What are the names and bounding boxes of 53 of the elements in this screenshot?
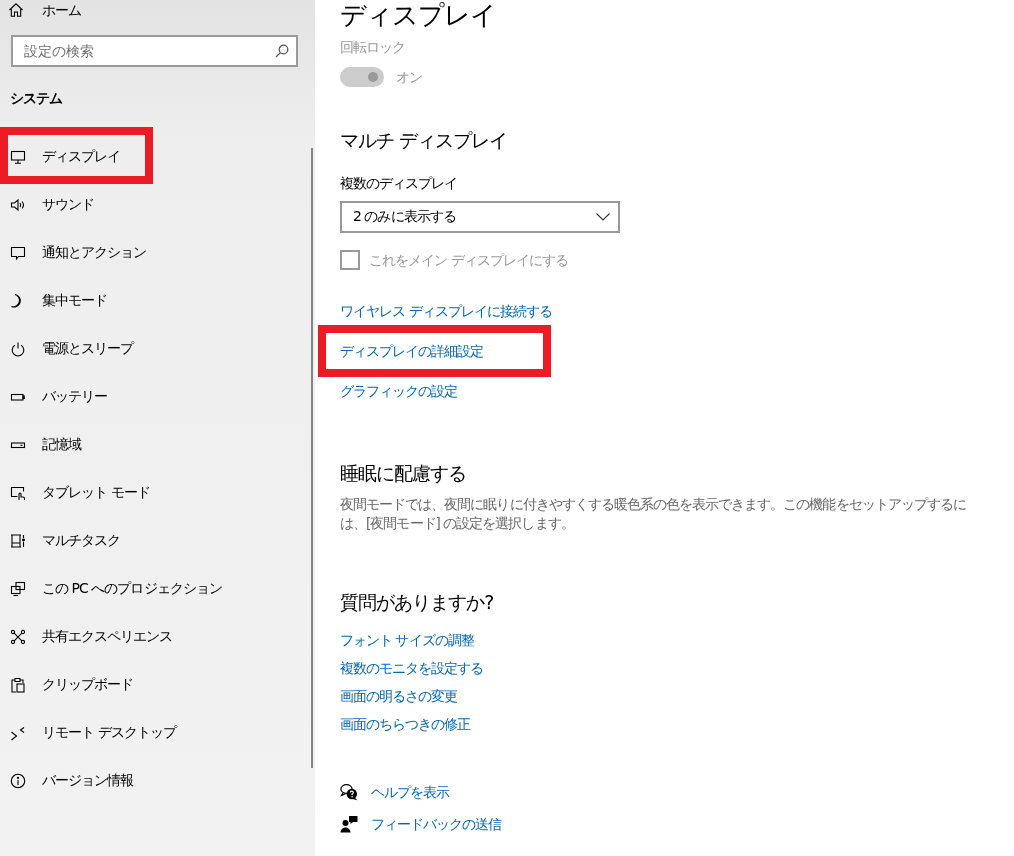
field-label: 複数のディスプレイ [340,174,458,193]
link[interactable]: グラフィックの設定 [340,381,458,401]
home-icon [8,2,24,18]
home-item[interactable]: ホーム [0,0,82,20]
toggle-state-text: オン [396,68,423,87]
search-field[interactable]: 設定の検索 [11,35,298,67]
sidebar-item[interactable]: 共有エクスペリエンス [0,613,173,661]
sidebar-item[interactable]: 電源とスリープ [0,325,134,373]
sidebar-item[interactable]: バージョン情報 [0,757,134,805]
sidebar-item[interactable]: クリップボード [0,661,134,709]
nodes-icon [10,629,26,645]
monitor-icon [10,149,26,165]
sidebar-item[interactable]: リモート デスクトップ [0,709,176,757]
page-title: ディスプレイ [340,0,497,30]
power-icon [10,341,26,357]
section-title: システム [10,89,63,108]
tablet-icon [10,485,26,501]
person-bubble-icon [340,815,358,833]
sidebar-item[interactable]: 記憶域 [0,421,82,469]
link[interactable]: 画面の明るさの変更 [340,686,458,706]
clipboard-icon [10,677,26,693]
speech-bubble-icon [10,245,26,261]
screens-icon [10,581,26,597]
link[interactable]: ディスプレイの詳細設定 [340,341,484,361]
field-label: 回転ロック [340,38,406,57]
link[interactable]: フィードバックの送信 [371,814,502,834]
chevron-down-icon [596,213,610,221]
sidebar-item[interactable]: 通知とアクション [0,229,147,277]
link[interactable]: 画面のちらつきの修正 [340,714,471,734]
info-icon [10,773,26,789]
link[interactable]: 複数のモニタを設定する [340,658,484,678]
section-heading: 睡眠に配慮する [340,461,467,486]
description-text: 夜間モードでは、夜間に眠りに付きやすくする暖色系の色を表示できます。この機能をセットアップするには、[夜間モード] の設定を選択します。 [340,495,967,533]
sidebar-item[interactable]: ディスプレイ [0,133,121,181]
checkbox-label: これをメイン ディスプレイにする [369,251,568,270]
search-icon [275,44,289,58]
sidebar-item[interactable]: マルチタスク [0,517,121,565]
sidebar-item[interactable]: バッテリー [0,373,108,421]
section-heading: マルチ ディスプレイ [340,128,508,153]
sidebar-item[interactable]: タブレット モード [0,469,150,517]
speaker-icon [10,197,26,213]
multitask-icon [10,533,26,549]
sidebar-item[interactable]: サウンド [0,181,95,229]
sidebar-item[interactable]: この PC へのプロジェクション [0,565,222,613]
sidebar-item[interactable]: 集中モード [0,277,108,325]
dropdown[interactable]: 2 のみに表示する [340,201,620,233]
link[interactable]: ヘルプを表示 [371,782,450,802]
chevrons-icon [10,725,26,741]
section-heading: 質問がありますか? [340,590,494,615]
scrollbar[interactable] [311,148,313,768]
question-bubble-icon [340,783,358,801]
link[interactable]: フォント サイズの調整 [340,630,474,650]
link[interactable]: ワイヤレス ディスプレイに接続する [340,301,552,321]
